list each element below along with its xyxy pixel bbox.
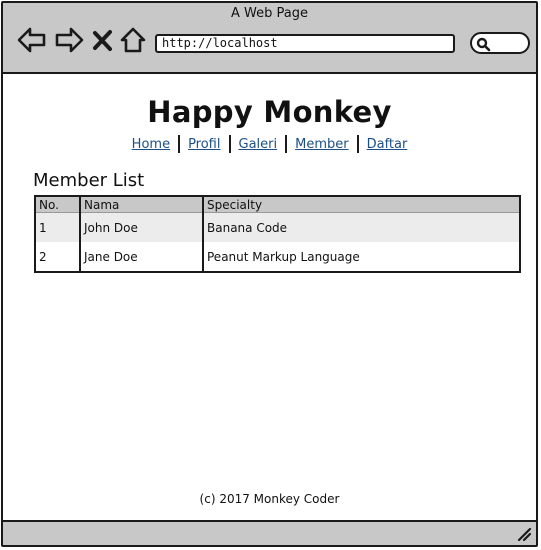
browser-toolbar: A Web Page http://localhost <box>3 3 536 74</box>
window-title: A Web Page <box>231 6 308 21</box>
footer-copyright: (c) 2017 Monkey Coder <box>199 492 340 506</box>
cell-specialty: Banana Code <box>203 212 520 242</box>
stop-x-icon[interactable] <box>92 25 114 55</box>
column-header-nama[interactable]: Nama <box>80 196 204 213</box>
member-table: No. Nama Specialty 1 John Doe Banana Cod… <box>34 195 521 273</box>
menu-item-member[interactable]: Member <box>287 137 356 152</box>
site-title: Happy Monkey <box>147 95 392 129</box>
table-row[interactable]: 1 John Doe Banana Code <box>35 212 520 242</box>
menu-item-profil[interactable]: Profil <box>180 137 228 152</box>
section-title: Member List <box>33 170 145 191</box>
search-icon <box>476 37 491 52</box>
cell-no: 2 <box>35 242 81 272</box>
column-header-specialty[interactable]: Specialty <box>203 196 520 213</box>
menu-item-daftar[interactable]: Daftar <box>359 137 416 152</box>
menu-item-home[interactable]: Home <box>124 137 178 152</box>
cell-nama: John Doe <box>80 212 204 242</box>
cell-nama: Jane Doe <box>80 242 204 272</box>
home-icon[interactable] <box>119 25 149 55</box>
forward-arrow-icon[interactable] <box>54 25 84 55</box>
table-row[interactable]: 2 Jane Doe Peanut Markup Language <box>35 242 520 272</box>
search-field[interactable] <box>470 32 530 54</box>
back-arrow-icon[interactable] <box>17 25 47 55</box>
menu-item-galeri[interactable]: Galeri <box>231 137 286 152</box>
cell-specialty: Peanut Markup Language <box>203 242 520 272</box>
browser-window: A Web Page http://localhost Happy Monkey… <box>1 1 538 547</box>
status-bar <box>3 520 536 545</box>
resize-grip-icon[interactable] <box>516 526 532 542</box>
main-menu: Home Profil Galeri Member Daftar <box>3 135 536 153</box>
table-header-row: No. Nama Specialty <box>35 196 520 213</box>
column-header-no[interactable]: No. <box>35 196 81 213</box>
url-input[interactable]: http://localhost <box>155 34 455 53</box>
cell-no: 1 <box>35 212 81 242</box>
